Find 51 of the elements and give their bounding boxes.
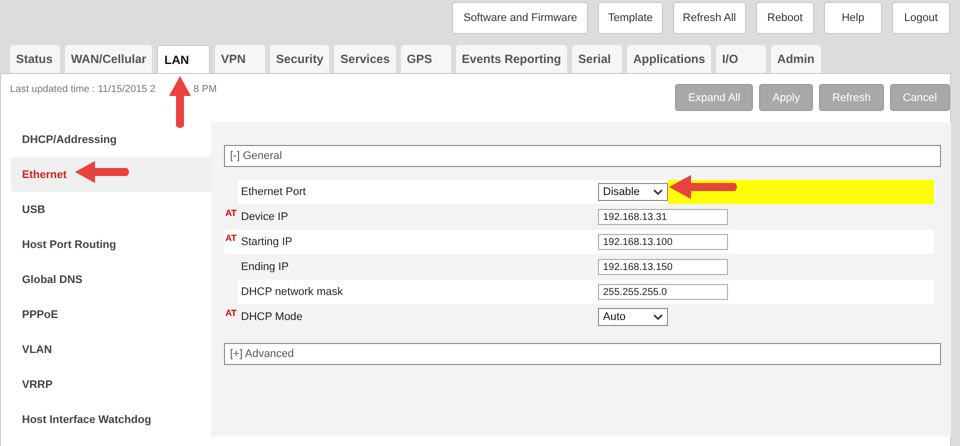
nav-tab[interactable]: Security	[270, 45, 330, 73]
dropdown[interactable]: Auto	[598, 308, 668, 326]
field-label: Ethernet Port	[238, 180, 595, 204]
toolbar-button[interactable]: Software and Firmware	[452, 2, 588, 34]
nav-tab[interactable]: GPS	[400, 45, 451, 73]
sidebar-item[interactable]: PPPoE	[11, 297, 211, 332]
callout-arrow	[667, 174, 739, 200]
field-label: DHCP Mode	[240, 310, 304, 325]
sidebar-item[interactable]: USB	[11, 192, 211, 227]
input-field[interactable]: 192.168.13.150	[598, 259, 728, 275]
at-marker: AT	[224, 307, 238, 318]
sidebar-item[interactable]: Host Interface Watchdog	[11, 402, 211, 437]
section-header[interactable]: [-] General	[224, 145, 941, 167]
nav-tab[interactable]: Admin	[771, 45, 822, 73]
callout-arrow	[73, 160, 131, 184]
input-field[interactable]: 192.168.13.31	[598, 209, 728, 225]
toolbar-button[interactable]: Refresh All	[672, 2, 746, 34]
callout-arrow	[168, 74, 192, 130]
sidebar-item[interactable]: DHCP/Addressing	[11, 122, 211, 157]
toolbar-button[interactable]: Reboot	[756, 2, 814, 34]
at-marker: AT	[224, 207, 238, 218]
field-label: Starting IP	[238, 230, 595, 254]
sidebar-item[interactable]: Ethernet	[11, 157, 211, 192]
nav-tab[interactable]: I/O	[716, 45, 766, 73]
timestamp-text: Last updated time : 11/15/2015 2	[10, 84, 156, 95]
chevron-icon	[653, 314, 663, 320]
toolbar-button[interactable]: Help	[824, 2, 882, 34]
sidebar-item[interactable]: VRRP	[11, 367, 211, 402]
timestamp-text: 8 PM	[193, 84, 217, 95]
field-label: Device IP	[240, 210, 290, 225]
field-label: DHCP network mask	[238, 280, 595, 304]
nav-tab[interactable]: Services	[334, 45, 396, 73]
nav-tab[interactable]: Status	[10, 45, 60, 73]
toolbar-button[interactable]: Logout	[892, 2, 950, 34]
at-marker: AT	[224, 230, 238, 254]
sidebar-item[interactable]: Host Port Routing	[11, 227, 211, 262]
nav-tab[interactable]: Serial	[572, 45, 622, 73]
field-label: Ending IP	[240, 260, 290, 275]
input-field[interactable]: 192.168.13.100	[598, 234, 728, 250]
dropdown[interactable]: Disable	[598, 183, 668, 201]
chevron-icon	[653, 188, 663, 196]
sidebar-item[interactable]: Global DNS	[11, 262, 211, 297]
toolbar-button[interactable]: Template	[598, 2, 663, 34]
nav-tab[interactable]: LAN	[157, 45, 210, 73]
input-field[interactable]: 255.255.255.0	[598, 284, 728, 300]
nav-tab[interactable]: Applications	[627, 45, 712, 73]
nav-tab[interactable]: WAN/Cellular	[65, 45, 152, 73]
nav-tab[interactable]: Events Reporting	[456, 45, 568, 73]
nav-tab[interactable]: VPN	[215, 45, 266, 73]
section-header[interactable]: [+] Advanced	[224, 343, 941, 365]
sidebar-item[interactable]: VLAN	[11, 332, 211, 367]
